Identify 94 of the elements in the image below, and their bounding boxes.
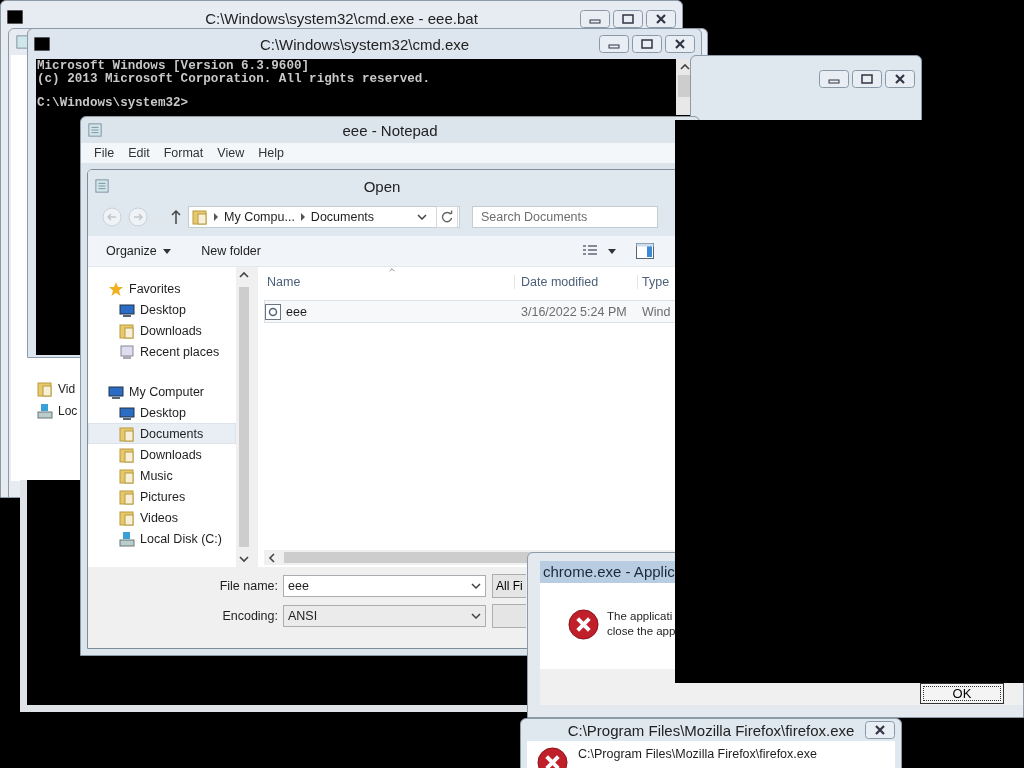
file-type-dropdown[interactable]: All Fi (492, 574, 526, 598)
chevron-right-icon (214, 213, 218, 221)
chevron-down-icon[interactable] (417, 214, 427, 220)
nav-item[interactable]: Downloads (88, 320, 236, 341)
desktop-icon (119, 404, 135, 421)
close-button[interactable] (665, 35, 695, 53)
error-message: close the app (607, 624, 676, 639)
videos-icon (119, 509, 135, 526)
file-name: eee (286, 304, 307, 319)
dialog-title: C:\Program Files\Mozilla Firefox\firefox.exe (567, 721, 855, 739)
nav-item[interactable]: Loc (58, 404, 78, 418)
recent-icon (119, 343, 135, 360)
close-button[interactable] (646, 10, 676, 28)
search-field[interactable]: Search Documents (472, 206, 658, 228)
music-icon (119, 467, 135, 484)
maximize-button[interactable] (613, 10, 643, 28)
window-title: C:\Windows\system32\cmd.exe (259, 35, 470, 53)
nav-item[interactable]: Pictures (88, 486, 236, 507)
breadcrumb-item[interactable]: Documents (310, 210, 375, 224)
nav-item[interactable]: Music (88, 465, 236, 486)
column-header[interactable]: Name (264, 275, 514, 289)
chevron-down-icon (471, 613, 481, 619)
menu-item[interactable]: Edit (121, 146, 157, 160)
folder-icon (192, 209, 208, 225)
close-button[interactable] (885, 70, 915, 88)
file-type: Wind (641, 304, 672, 319)
minimize-button[interactable] (580, 10, 610, 28)
downloads-icon (119, 322, 135, 339)
organize-button[interactable]: Organize (98, 242, 180, 260)
file-row[interactable]: eee 3/16/2022 5:24 PM Wind (264, 300, 676, 323)
console-icon (7, 10, 23, 24)
window-title: C:\Windows\system32\cmd.exe - eee.bat (205, 10, 478, 27)
nav-item[interactable]: Recent places (88, 341, 236, 362)
nav-item[interactable]: Videos (88, 507, 236, 528)
downloads-icon (119, 446, 135, 463)
star-icon (108, 280, 124, 297)
console-icon (34, 37, 50, 51)
caret-icon[interactable] (608, 248, 616, 254)
console-line: Microsoft Windows [Version 6.3.9600] (37, 60, 311, 73)
address-bar[interactable]: My Compu... Documents (188, 206, 460, 228)
documents-icon (119, 425, 135, 442)
console-prompt: C:\Windows\system32> (37, 97, 190, 110)
pictures-icon (119, 488, 135, 505)
nav-item[interactable]: Local Disk (C:) (88, 528, 236, 549)
refresh-button[interactable] (435, 206, 459, 228)
dialog-title: Open (363, 177, 401, 195)
up-arrow-icon[interactable] (170, 209, 182, 225)
sort-ascending-icon (388, 267, 396, 273)
window-title: eee - Notepad (342, 121, 438, 139)
menu-item[interactable]: Help (251, 146, 291, 160)
column-header[interactable]: Date modified (514, 275, 637, 289)
view-list-icon[interactable] (582, 244, 598, 258)
dialog-title: chrome.exe - Applic (540, 561, 676, 583)
minimize-button[interactable] (599, 35, 629, 53)
console-line: (c) 2013 Microsoft Corporation. All rights reserved. (37, 72, 431, 85)
chevron-down-icon (471, 583, 481, 589)
nav-item[interactable]: Favorites (88, 278, 236, 299)
scrollbar[interactable] (236, 267, 251, 567)
nav-item[interactable]: Desktop (88, 402, 236, 423)
disk-icon (119, 530, 135, 547)
breadcrumb-item[interactable]: My Compu... (224, 210, 295, 224)
maximize-button[interactable] (632, 35, 662, 53)
videos-icon (37, 381, 53, 397)
nav-item[interactable]: Downloads (88, 444, 236, 465)
field-label: File name: (218, 579, 278, 593)
column-header[interactable]: Type (637, 275, 671, 289)
nav-item[interactable]: Vid (58, 382, 76, 396)
date-modified: 3/16/2022 5:24 PM (520, 304, 628, 319)
settings-file-icon (265, 303, 281, 320)
menu-item[interactable]: Format (156, 146, 211, 160)
error-message: C:\Program Files\Mozilla Firefox\firefox.exe (578, 747, 817, 761)
notepad-icon (94, 179, 110, 193)
file-name-field[interactable]: eee (283, 575, 486, 597)
desktop-icon (119, 301, 135, 318)
error-icon (568, 609, 599, 640)
error-message: The applicati (607, 609, 674, 624)
field-label: Encoding: (221, 609, 278, 623)
chevron-right-icon (300, 213, 305, 221)
menu-item[interactable]: File (87, 146, 122, 160)
computer-icon (108, 383, 124, 400)
close-button[interactable] (865, 721, 895, 739)
encoding-dropdown[interactable]: ANSI (283, 605, 486, 627)
maximize-button[interactable] (852, 70, 882, 88)
preview-pane-icon[interactable] (636, 243, 654, 259)
disk-icon (37, 403, 53, 419)
minimize-button[interactable] (819, 70, 849, 88)
nav-item[interactable]: Documents (88, 423, 236, 444)
notepad-icon (87, 123, 103, 137)
menu-item[interactable]: View (210, 146, 252, 160)
new-folder-button[interactable]: New folder (193, 242, 269, 260)
caret-icon (163, 248, 172, 254)
nav-item[interactable]: Desktop (88, 299, 236, 320)
ok-button[interactable]: OK (920, 683, 1004, 704)
nav-item[interactable]: My Computer (88, 381, 236, 402)
